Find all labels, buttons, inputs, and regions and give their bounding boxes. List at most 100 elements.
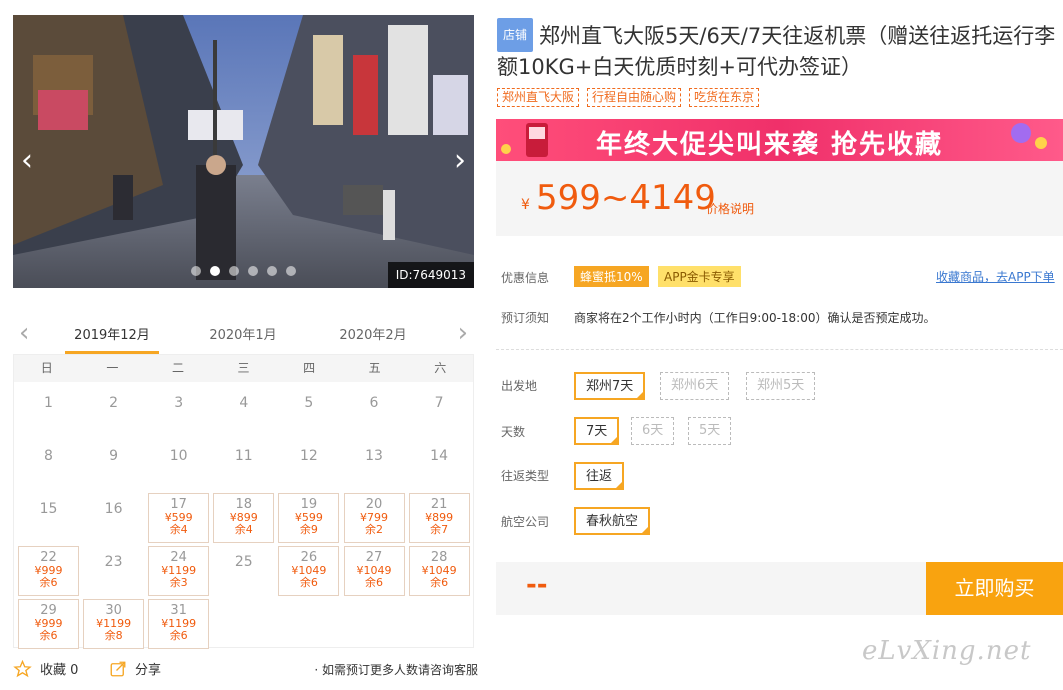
calendar-day-available[interactable]: 18 ¥899 余4 — [213, 493, 275, 543]
day-number: 8 — [44, 448, 53, 464]
option-days-7[interactable]: 7天 — [574, 417, 620, 445]
calendar-day-available[interactable]: 24 ¥1199 余3 — [148, 546, 210, 596]
gallery-dot[interactable] — [229, 266, 239, 276]
weekday-label: 六 — [434, 361, 447, 375]
day-number: 13 — [365, 448, 383, 464]
product-title: 店铺 郑州直飞大阪5天/6天/7天往返机票（赠送往返托运行李额10KG+白天优质时… — [497, 18, 1063, 82]
day-number: 31 — [170, 603, 187, 618]
day-number: 17 — [170, 497, 187, 512]
price-explain-link[interactable]: 价格说明 — [706, 200, 754, 217]
gallery-dot[interactable] — [286, 266, 296, 276]
calendar-day: 10 — [148, 440, 209, 490]
calendar-day: 3 — [148, 387, 209, 437]
gallery-next-button[interactable]: › — [446, 135, 474, 185]
divider — [496, 349, 1063, 350]
day-number: 2 — [109, 395, 119, 411]
calendar-day-available[interactable]: 19 ¥599 余9 — [278, 493, 340, 543]
calendar-day-available[interactable]: 22 ¥999 余6 — [18, 546, 79, 596]
calendar-day-available[interactable]: 31 ¥1199 余6 — [148, 599, 210, 649]
total-price: -- — [526, 570, 548, 600]
calendar-day: 25 — [213, 546, 274, 596]
day-number: 30 — [105, 603, 122, 618]
calendar-day: 9 — [83, 440, 144, 490]
calendar-day: 15 — [18, 493, 79, 543]
calendar-day-available[interactable]: 20 ¥799 余2 — [343, 493, 405, 543]
price-box: ¥ 599~4149 价格说明 — [496, 161, 1063, 236]
product-tag: 吃货在东京 — [689, 88, 760, 107]
day-stock: 余6 — [39, 576, 58, 589]
calendar-day: 12 — [278, 440, 339, 490]
chevron-left-icon: ‹ — [21, 142, 33, 178]
calendar-day-available[interactable]: 29 ¥999 余6 — [18, 599, 79, 649]
share-icon — [110, 661, 126, 676]
chevron-right-icon: › — [457, 318, 468, 348]
calendar-day-available[interactable]: 26 ¥1049 余6 — [278, 546, 340, 596]
calendar-day-available[interactable]: 28 ¥1049 余6 — [408, 546, 470, 596]
option-trip-roundtrip[interactable]: 往返 — [574, 462, 625, 490]
chevron-right-icon: › — [454, 142, 466, 178]
tab-month-3[interactable]: 2020年2月 — [326, 324, 420, 343]
day-number: 28 — [430, 550, 448, 565]
star-icon — [13, 659, 32, 677]
option-departure-5day[interactable]: 郑州5天 — [746, 372, 816, 400]
option-airline-spring[interactable]: 春秋航空 — [574, 507, 651, 535]
day-stock: 余8 — [104, 629, 123, 642]
favorite-button[interactable]: 收藏 0 — [13, 659, 78, 678]
product-title-text: 郑州直飞大阪5天/6天/7天往返机票（赠送往返托运行李额10KG+白天优质时刻+… — [497, 24, 1056, 79]
calendar-day: 4 — [213, 387, 274, 437]
calendar-next-button[interactable]: › — [458, 318, 468, 348]
calendar-day: 6 — [344, 387, 405, 437]
calendar-prev-button[interactable]: ‹ — [19, 318, 29, 348]
gallery-dot[interactable] — [191, 266, 201, 276]
buy-now-button[interactable]: 立即购买 — [926, 562, 1063, 615]
banner-text: 年终大促尖叫来袭 抢先收藏 — [596, 130, 944, 160]
day-number: 19 — [300, 497, 318, 512]
favorite-label: 收藏 0 — [40, 663, 79, 678]
buy-bar: -- 立即购买 — [496, 562, 1063, 615]
day-number: 26 — [300, 550, 318, 565]
option-days-6[interactable]: 6天 — [631, 417, 675, 445]
promo-banner[interactable]: 年终大促尖叫来袭 抢先收藏 — [496, 119, 1063, 161]
day-number: 25 — [234, 554, 253, 570]
airline-label: 航空公司 — [501, 515, 550, 529]
calendar-day: 16 — [83, 493, 144, 543]
option-departure-6day[interactable]: 郑州6天 — [660, 372, 730, 400]
day-number: 16 — [104, 501, 123, 517]
tab-month-2[interactable]: 2020年1月 — [196, 324, 290, 343]
promo-badge-honey: 蜂蜜抵10% — [574, 266, 649, 287]
calendar-day-available[interactable]: 21 ¥899 余7 — [408, 493, 470, 543]
day-number: 6 — [369, 395, 379, 411]
gallery-dot[interactable] — [248, 266, 258, 276]
day-number: 23 — [104, 554, 123, 570]
option-departure-7day[interactable]: 郑州7天 — [574, 372, 646, 400]
share-button[interactable]: 分享 — [109, 659, 161, 678]
day-number: 14 — [430, 448, 448, 464]
product-gallery: ‹ › ID:7649013 — [13, 15, 474, 288]
calendar-day: 8 — [18, 440, 79, 490]
calendar-month-selector: ‹ 2019年12月 2020年1月 2020年2月 › — [13, 313, 474, 354]
option-days-5[interactable]: 5天 — [688, 417, 732, 445]
day-number: 21 — [430, 497, 448, 512]
day-number: 4 — [239, 395, 249, 411]
calendar-day-available[interactable]: 17 ¥599 余4 — [148, 493, 210, 543]
gallery-actions: 收藏 0 分享 · 如需预订更多人数请咨询客服 — [13, 657, 478, 681]
day-number: 12 — [299, 448, 318, 464]
calendar-day-available[interactable]: 30 ¥1199 余8 — [83, 599, 145, 649]
weekday-label: 五 — [368, 361, 381, 375]
weekday-label: 二 — [171, 361, 184, 375]
day-stock: 余6 — [169, 629, 188, 642]
tab-month-1[interactable]: 2019年12月 — [65, 324, 159, 343]
app-order-link[interactable]: 收藏商品，去APP下单 — [936, 268, 1055, 285]
day-stock: 余6 — [365, 576, 383, 589]
gallery-dot[interactable] — [267, 266, 277, 276]
gallery-dot[interactable] — [210, 266, 220, 276]
day-number: 3 — [174, 395, 184, 411]
product-id-tag: ID:7649013 — [387, 262, 474, 288]
weekday-label: 四 — [303, 361, 316, 375]
calendar-day: 13 — [344, 440, 405, 490]
product-tag: 行程自由随心购 — [587, 88, 682, 107]
calendar-day-available[interactable]: 27 ¥1049 余6 — [343, 546, 405, 596]
watermark: eLvXing.net — [862, 636, 1032, 666]
gallery-prev-button[interactable]: ‹ — [13, 135, 41, 185]
notice-label: 预订须知 — [501, 311, 550, 325]
